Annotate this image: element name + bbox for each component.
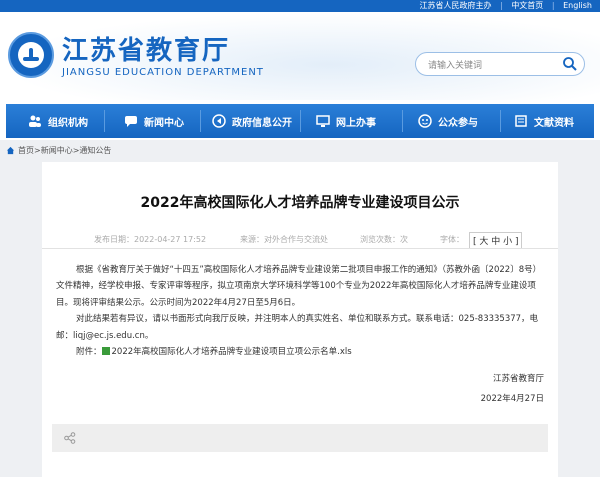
main-nav: 组织机构 新闻中心 政府信息公开 网上办事 公众参与 文献资料 (0, 100, 600, 140)
nav-divider (402, 110, 403, 132)
nav-label: 组织机构 (48, 117, 88, 129)
site-title[interactable]: 江苏省教育厅 (62, 30, 230, 67)
divider (42, 248, 558, 249)
logo-leaf (23, 57, 39, 61)
logo-emblem[interactable] (8, 32, 54, 78)
nav-divider (300, 110, 301, 132)
paragraph: 根据《省教育厅关于做好“十四五”高校国际化人才培养品牌专业建设第二批项目申报工作… (56, 265, 542, 308)
breadcrumb-home[interactable]: 首页 (18, 145, 34, 156)
attachment-line: 附件： 2022年高校国际化人才培养品牌专业建设项目立项公示名单.xls (56, 344, 546, 360)
view-count: 浏览次数：次 (360, 235, 408, 244)
breadcrumb-separator: > (34, 146, 41, 155)
attachment-link[interactable]: 2022年高校国际化人才培养品牌专业建设项目立项公示名单.xls (112, 347, 352, 357)
chinese-home-link[interactable]: 中文首页 (511, 1, 543, 10)
public-icon (418, 114, 432, 128)
english-link[interactable]: English (563, 1, 592, 10)
article-body: 根据《省教育厅关于做好“十四五”高校国际化人才培养品牌专业建设第二批项目申报工作… (56, 262, 546, 360)
chat-icon (125, 116, 137, 127)
search-input[interactable]: 请输入关键词 (415, 52, 585, 76)
paragraph: 对此结果若有异议，请以书面形式向我厅反映，并注明本人的真实姓名、单位和联系方式。… (56, 314, 539, 341)
nav-item-news[interactable]: 新闻中心 (124, 104, 184, 138)
breadcrumb-separator: > (72, 146, 80, 155)
nav-item-online-service[interactable]: 网上办事 (316, 104, 376, 138)
site-subtitle: JIANGSU EDUCATION DEPARTMENT (62, 67, 264, 78)
separator: | (500, 1, 503, 10)
share-icon[interactable] (64, 432, 76, 444)
breadcrumb-news[interactable]: 新闻中心 (41, 145, 73, 156)
nav-divider (104, 110, 105, 132)
nav-item-public-participation[interactable]: 公众参与 (418, 104, 478, 138)
search-icon[interactable] (562, 56, 578, 72)
logo-inner (18, 42, 44, 68)
font-size-toggle[interactable]: [ 大 中 小 ] (469, 232, 523, 249)
article-title: 2022年高校国际化人才培养品牌专业建设项目公示 (140, 195, 460, 211)
nav-label: 政府信息公开 (232, 117, 292, 129)
people-icon (29, 115, 41, 127)
search-placeholder: 请输入关键词 (428, 61, 483, 71)
nav-label: 网上办事 (336, 117, 376, 129)
document-icon (515, 115, 527, 127)
breadcrumb: 首页 > 新闻中心 > 通知公告 (6, 145, 111, 156)
nav-bar: 组织机构 新闻中心 政府信息公开 网上办事 公众参与 文献资料 (6, 104, 594, 138)
nav-label: 新闻中心 (144, 117, 184, 129)
nav-label: 公众参与 (438, 117, 478, 129)
nav-item-gov-info[interactable]: 政府信息公开 (212, 104, 292, 138)
signature-date: 2022年4月27日 (480, 394, 544, 404)
article-source: 来源：对外合作与交流处 (240, 235, 328, 244)
home-icon (6, 146, 15, 155)
nav-item-documents[interactable]: 文献资料 (514, 104, 574, 138)
nav-divider (500, 110, 501, 132)
publish-time: 发布日期：2022-04-27 17:52 (94, 235, 207, 244)
attachment-label: 附件： (76, 347, 102, 358)
share-bar (52, 424, 548, 452)
top-links: 江苏省人民政府主办 | 中文首页 | English (414, 0, 592, 12)
breadcrumb-notices[interactable]: 通知公告 (79, 145, 111, 156)
top-bar: 江苏省人民政府主办 | 中文首页 | English (0, 0, 600, 12)
nav-divider (200, 110, 201, 132)
article-panel: 2022年高校国际化人才培养品牌专业建设项目公示 发布日期：2022-04-27… (42, 162, 558, 477)
signature: 江苏省教育厅 (492, 374, 544, 384)
excel-file-icon (101, 347, 110, 356)
nav-item-organization[interactable]: 组织机构 (28, 104, 88, 138)
separator: | (551, 1, 555, 10)
site-header: 江苏省教育厅 JIANGSU EDUCATION DEPARTMENT 请输入关… (0, 12, 600, 100)
font-size-label: 字体： (440, 235, 464, 244)
nav-label: 文献资料 (534, 117, 574, 129)
sponsor-text: 江苏省人民政府主办 (419, 1, 492, 10)
info-icon (212, 114, 226, 128)
article-meta: 发布日期：2022-04-27 17:52 来源：对外合作与交流处 浏览次数：次… (42, 232, 558, 249)
monitor-icon (316, 115, 330, 127)
